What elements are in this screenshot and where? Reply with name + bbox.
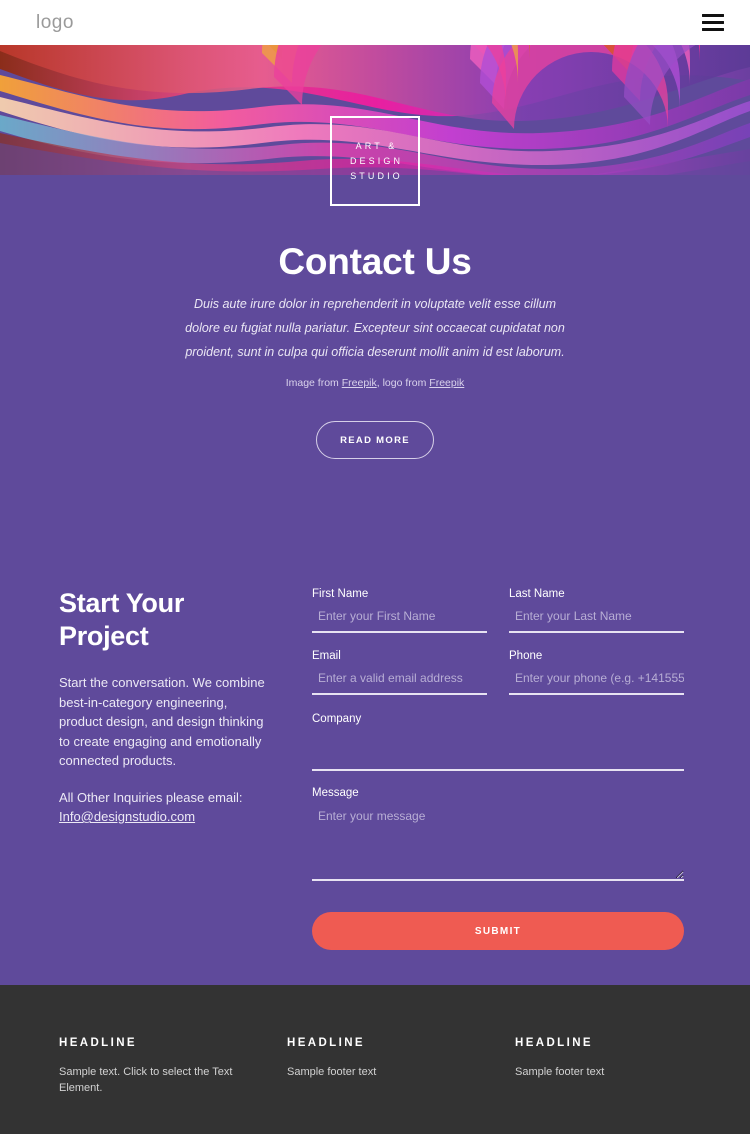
first-name-field: First Name	[312, 588, 487, 633]
hero-paragraph: Duis aute irure dolor in reprehenderit i…	[185, 297, 565, 359]
contact-heading-line-1: Start Your	[59, 588, 185, 618]
contact-description: Start the conversation. We combine best-…	[59, 675, 265, 768]
studio-logo-box: ART & DESIGN STUDIO	[330, 116, 420, 206]
company-field: Company	[312, 713, 684, 771]
form-row-names: First Name Last Name	[312, 588, 684, 633]
freepik-image-link[interactable]: Freepik	[342, 377, 377, 389]
footer-headline-2: HEADLINE	[287, 1037, 365, 1049]
inquiries-label: All Other Inquiries please email:	[59, 789, 243, 805]
footer-text-3: Sample footer text	[515, 1066, 605, 1078]
site-logo[interactable]: logo	[36, 12, 74, 34]
studio-logo-line-2: DESIGN	[349, 155, 404, 166]
image-credit: Image from Freepik, logo from Freepik	[0, 377, 750, 389]
footer-column-3: HEADLINE Sample footer text	[515, 1037, 715, 1096]
message-field: Message	[312, 787, 684, 886]
footer-headline-1: HEADLINE	[59, 1037, 137, 1049]
contact-left-column: Start Your Project Start the conversatio…	[59, 587, 274, 827]
email-label: Email	[312, 650, 341, 662]
site-footer: HEADLINE Sample text. Click to select th…	[0, 985, 750, 1134]
phone-label: Phone	[509, 650, 543, 662]
message-textarea[interactable]	[312, 803, 684, 881]
footer-text-1: Sample text. Click to select the Text El…	[59, 1066, 233, 1094]
footer-column-2: HEADLINE Sample footer text	[287, 1037, 515, 1096]
phone-field: Phone	[509, 650, 684, 695]
hamburger-bar-2	[702, 21, 724, 24]
hamburger-bar-1	[702, 14, 724, 17]
form-row-company: Company	[312, 713, 684, 771]
first-name-label: First Name	[312, 588, 369, 600]
contact-heading: Start Your Project	[59, 587, 274, 653]
footer-columns: HEADLINE Sample text. Click to select th…	[0, 1037, 750, 1096]
footer-text-2: Sample footer text	[287, 1066, 377, 1078]
email-input[interactable]	[312, 666, 487, 695]
read-more-button[interactable]: READ MORE	[316, 421, 434, 459]
freepik-logo-link[interactable]: Freepik	[429, 377, 464, 389]
submit-button[interactable]: SUBMIT	[312, 912, 684, 950]
form-row-message: Message	[312, 787, 684, 886]
studio-logo-line-1: ART &	[355, 140, 398, 151]
page-root: logo ART & DESIGN STUDIO Contact Us Duis…	[0, 0, 750, 1134]
contact-form: First Name Last Name Email Phone	[312, 588, 684, 950]
footer-column-1: HEADLINE Sample text. Click to select th…	[59, 1037, 287, 1096]
credit-middle: , logo from	[376, 377, 430, 389]
email-field: Email	[312, 650, 487, 695]
hamburger-bar-3	[702, 28, 724, 31]
hero-section: ART & DESIGN STUDIO Contact Us Duis aute…	[0, 45, 750, 985]
form-row-contact: Email Phone	[312, 650, 684, 695]
last-name-field: Last Name	[509, 588, 684, 633]
first-name-input[interactable]	[312, 604, 487, 633]
contact-inquiries: All Other Inquiries please email: Info@d…	[59, 788, 274, 827]
contact-heading-line-2: Project	[59, 621, 149, 651]
company-input[interactable]	[312, 729, 684, 771]
hamburger-menu-icon[interactable]	[702, 14, 724, 31]
site-header: logo	[0, 0, 750, 45]
last-name-label: Last Name	[509, 588, 565, 600]
credit-prefix: Image from	[285, 377, 342, 389]
page-title: Contact Us	[278, 241, 472, 282]
message-label: Message	[312, 787, 359, 799]
last-name-input[interactable]	[509, 604, 684, 633]
company-label: Company	[312, 713, 362, 725]
phone-input[interactable]	[509, 666, 684, 695]
footer-headline-3: HEADLINE	[515, 1037, 593, 1049]
contact-email-link[interactable]: Info@designstudio.com	[59, 809, 195, 824]
studio-logo-line-3: STUDIO	[350, 170, 403, 181]
